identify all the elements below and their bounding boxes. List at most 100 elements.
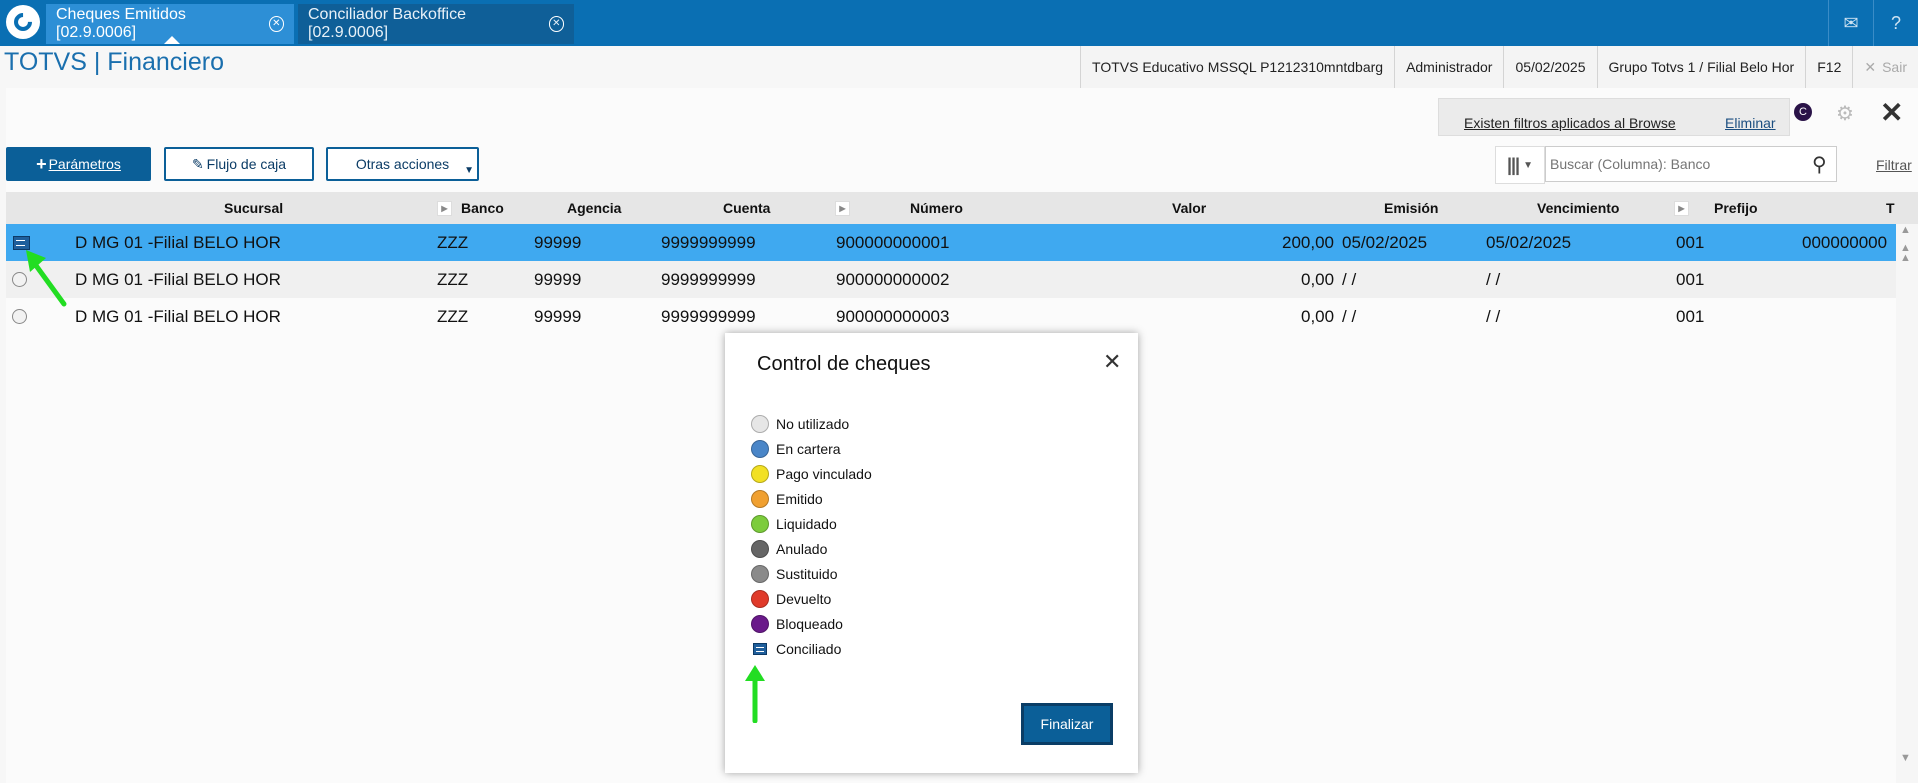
col-t[interactable]: T <box>1886 192 1895 224</box>
mail-icon[interactable]: ✉ <box>1828 0 1873 46</box>
cell-vencimiento: 05/02/2025 <box>1486 233 1572 252</box>
grey-ball-icon <box>751 565 769 583</box>
cell-banco: ZZZ <box>437 307 469 326</box>
cell-numero: 900000000002 <box>836 270 950 289</box>
close-icon[interactable]: ✕ <box>1103 349 1121 375</box>
cell-prefijo: 001 <box>1676 270 1705 289</box>
col-emision[interactable]: Emisión <box>1384 192 1438 224</box>
cell-agencia: 99999 <box>534 233 582 252</box>
no-utilizado-status-icon[interactable] <box>12 309 27 324</box>
legend-item: En cartera <box>751 438 841 460</box>
col-expand-icon[interactable]: ▶ <box>835 201 850 216</box>
tab-cheques-emitidos[interactable]: Cheques Emitidos [02.9.0006] ✕ <box>46 4 294 44</box>
chevron-down-icon: ▼ <box>1523 159 1533 171</box>
filter-notice: Existen filtros aplicados al Browse Elim… <box>1438 98 1790 136</box>
green-arrow-icon <box>745 665 765 723</box>
yellow-ball-icon <box>751 465 769 483</box>
cell-sucursal: D MG 01 -Filial BELO HOR <box>75 270 281 289</box>
search-icon[interactable]: ⚲ <box>1812 152 1827 177</box>
cell-valor: 0,00 <box>1301 307 1335 326</box>
cell-valor: 200,00 <box>1282 233 1334 252</box>
session-info-bar: TOTVS Educativo MSSQL P1212310mntdbarg A… <box>1080 46 1918 89</box>
parametros-label: Parámetros <box>48 156 121 172</box>
cell-agencia: 99999 <box>534 270 582 289</box>
cell-sucursal: D MG 01 -Filial BELO HOR <box>75 233 281 252</box>
col-expand-icon[interactable]: ▶ <box>1674 201 1689 216</box>
legend-item: No utilizado <box>751 413 849 435</box>
orange-ball-icon <box>751 490 769 508</box>
vertical-scrollbar[interactable]: ▲ ▲ ▲ ▼ <box>1896 224 1918 783</box>
finalizar-button[interactable]: Finalizar <box>1021 703 1113 745</box>
cell-prefijo: 001 <box>1676 233 1705 252</box>
search-input[interactable] <box>1545 146 1837 182</box>
assistant-icon[interactable]: C <box>1794 103 1812 121</box>
table-row[interactable]: D MG 01 -Filial BELO HOR ZZZ 99999 99999… <box>6 224 1896 261</box>
plus-icon: + <box>36 153 47 174</box>
help-icon[interactable]: ? <box>1873 0 1918 46</box>
cell-banco: ZZZ <box>437 233 469 252</box>
tab-label: Conciliador Backoffice [02.9.0006] <box>308 6 467 41</box>
legend-label: Pago vinculado <box>776 466 872 482</box>
cell-numero: 900000000003 <box>836 307 950 326</box>
close-tab-icon[interactable]: ✕ <box>268 16 284 32</box>
col-numero[interactable]: Número <box>910 192 963 224</box>
legend-label: En cartera <box>776 441 841 457</box>
remove-filters-link[interactable]: Eliminar <box>1725 115 1776 131</box>
blue-ball-icon <box>751 440 769 458</box>
legend-label: Anulado <box>776 541 828 557</box>
scroll-down-icon[interactable]: ▼ <box>1900 752 1911 764</box>
cell-vencimiento: / / <box>1486 307 1501 326</box>
environment-label[interactable]: TOTVS Educativo MSSQL P1212310mntdbarg <box>1080 46 1394 88</box>
col-vencimiento[interactable]: Vencimiento <box>1537 192 1619 224</box>
column-selector[interactable]: ||| ▼ <box>1495 146 1545 184</box>
col-banco[interactable]: Banco <box>461 192 504 224</box>
columns-icon: ||| <box>1506 154 1520 175</box>
legend-item: Pago vinculado <box>751 463 872 485</box>
pencil-icon: ✎ <box>191 155 204 172</box>
green-arrow-icon <box>26 250 67 307</box>
conciliado-icon <box>753 643 767 655</box>
control-de-cheques-dialog: Control de cheques ✕ No utilizado En car… <box>725 333 1138 773</box>
shortcut-label[interactable]: F12 <box>1805 46 1852 88</box>
scroll-top-icon[interactable]: ▲ <box>1900 224 1911 236</box>
col-valor[interactable]: Valor <box>1172 192 1206 224</box>
parametros-button[interactable]: + Parámetros <box>6 147 151 181</box>
filter-notice-text[interactable]: Existen filtros aplicados al Browse <box>1464 115 1676 131</box>
otras-label: Otras acciones <box>355 156 450 172</box>
cell-cuenta: 9999999999 <box>661 307 756 326</box>
col-cuenta[interactable]: Cuenta <box>723 192 770 224</box>
cell-prefijo: 001 <box>1676 307 1705 326</box>
close-tab-icon[interactable]: ✕ <box>548 16 564 32</box>
col-agencia[interactable]: Agencia <box>567 192 621 224</box>
caret-down-icon: ▼ <box>464 165 474 176</box>
legend-item: Anulado <box>751 538 827 560</box>
gear-icon[interactable]: ⚙ <box>1836 101 1854 126</box>
otras-acciones-button[interactable]: Otras acciones ▼ <box>326 147 479 181</box>
branch-label[interactable]: Grupo Totvs 1 / Filial Belo Hor <box>1596 46 1806 88</box>
close-icon: ✕ <box>1864 58 1877 75</box>
table-row[interactable]: D MG 01 -Filial BELO HOR ZZZ 99999 99999… <box>6 298 1896 335</box>
tab-conciliador-backoffice[interactable]: Conciliador Backoffice [02.9.0006] ✕ <box>298 4 574 44</box>
col-expand-icon[interactable]: ▶ <box>437 201 452 216</box>
exit-button[interactable]: ✕ Sair <box>1852 46 1918 88</box>
totvs-logo-icon[interactable] <box>6 5 40 39</box>
col-sucursal[interactable]: Sucursal <box>224 192 283 224</box>
cell-cuenta: 9999999999 <box>661 270 756 289</box>
flujo-de-caja-button[interactable]: ✎ Flujo de caja <box>164 147 314 181</box>
table-row[interactable]: D MG 01 -Filial BELO HOR ZZZ 99999 99999… <box>6 261 1896 298</box>
exit-label: Sair <box>1882 59 1907 75</box>
cell-valor: 0,00 <box>1301 270 1335 289</box>
legend-item: Bloqueado <box>751 613 843 635</box>
cell-emision: / / <box>1342 270 1357 289</box>
close-icon[interactable]: ✕ <box>1880 96 1903 129</box>
green-ball-icon <box>751 515 769 533</box>
scroll-up-icon[interactable]: ▲ <box>1900 252 1911 264</box>
legend-item: Conciliado <box>751 638 841 660</box>
cell-emision: 05/02/2025 <box>1342 233 1428 252</box>
date-label[interactable]: 05/02/2025 <box>1503 46 1596 88</box>
filtrar-link[interactable]: Filtrar <box>1876 157 1912 173</box>
legend-label: Liquidado <box>776 516 837 532</box>
col-prefijo[interactable]: Prefijo <box>1714 192 1758 224</box>
user-label[interactable]: Administrador <box>1394 46 1503 88</box>
dark-grey-ball-icon <box>751 540 769 558</box>
